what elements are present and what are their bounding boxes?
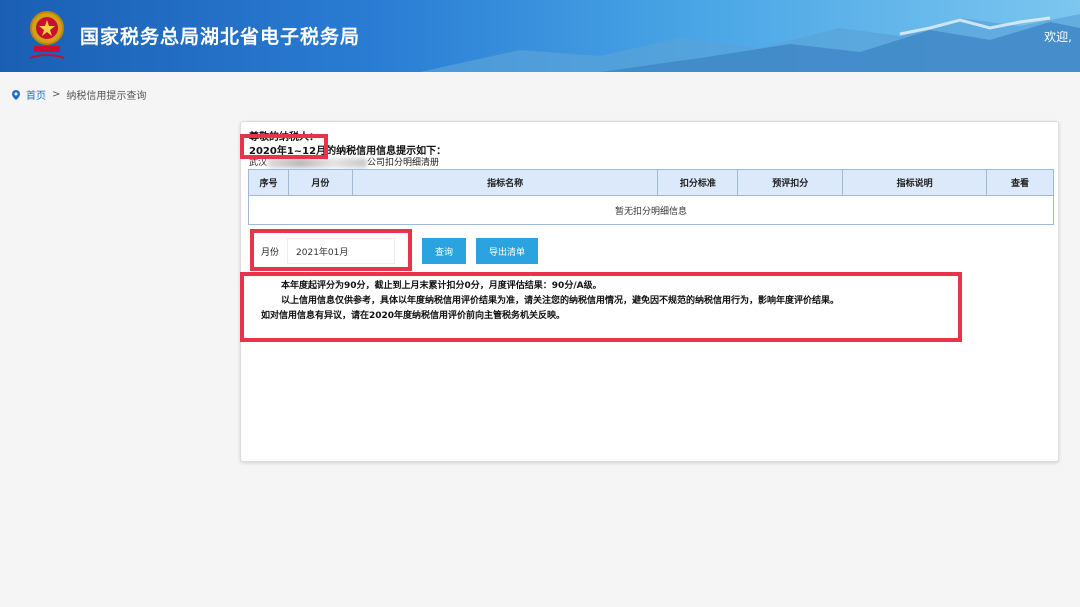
location-pin-icon [12, 89, 20, 100]
table-header-row: 序号 月份 指标名称 扣分标准 预评扣分 指标说明 查看 [248, 169, 1054, 196]
deduction-detail-table: 序号 月份 指标名称 扣分标准 预评扣分 指标说明 查看 暂无扣分明细信息 [248, 169, 1054, 225]
welcome-text: 欢迎, [1044, 30, 1072, 44]
score-summary-text: 本年度起评分为90分，截止到上月末累计扣分0分，月度评估结果：90分/A级。 [281, 281, 602, 291]
site-header: 国家税务总局湖北省电子税务局 欢迎, [0, 0, 1080, 72]
credit-notice-panel: 尊敬的纳税人： 2020年1~12月的纳税信用信息提示如下： 武汉 公司扣分明细清… [240, 121, 1059, 462]
breadcrumb-separator: > [52, 89, 61, 100]
table-row: 暂无扣分明细信息 [248, 195, 1054, 225]
company-title: 武汉 公司扣分明细清册 [249, 155, 439, 168]
column-header: 序号 [248, 169, 289, 196]
column-header: 指标说明 [842, 169, 988, 196]
month-query-row: 月份 [261, 238, 396, 264]
column-header: 查看 [986, 169, 1054, 196]
column-header: 月份 [287, 169, 353, 196]
site-title: 国家税务总局湖北省电子税务局 [80, 26, 361, 48]
breadcrumb-home-link[interactable]: 首页 [26, 87, 46, 102]
month-input[interactable] [287, 238, 396, 264]
export-list-button[interactable]: 导出清单 [476, 238, 538, 264]
objection-instruction-text: 如对信用信息有异议，请在2020年度纳税信用评价前向主管税务机关反映。 [261, 311, 566, 321]
column-header: 指标名称 [351, 169, 659, 196]
empty-table-message: 暂无扣分明细信息 [248, 195, 1054, 225]
tax-emblem-icon [29, 11, 65, 59]
company-suffix: 公司扣分明细清册 [367, 158, 440, 168]
column-header: 扣分标准 [657, 169, 739, 196]
month-label: 月份 [261, 247, 280, 258]
reference-disclaimer-text: 以上信用信息仅供参考，具体以年度纳税信用评价结果为准，请关注您的纳税信用情况，避… [281, 296, 840, 306]
breadcrumb: 首页 > 纳税信用提示查询 [12, 87, 146, 102]
greeting-text: 尊敬的纳税人： [249, 132, 319, 143]
redacted-company-name [267, 157, 368, 168]
breadcrumb-current: 纳税信用提示查询 [66, 91, 147, 102]
column-header: 预评扣分 [737, 169, 844, 196]
company-prefix: 武汉 [249, 158, 268, 168]
query-button[interactable]: 查询 [422, 238, 466, 264]
credit-notes: 本年度起评分为90分，截止到上月末累计扣分0分，月度评估结果：90分/A级。 以… [261, 279, 839, 324]
